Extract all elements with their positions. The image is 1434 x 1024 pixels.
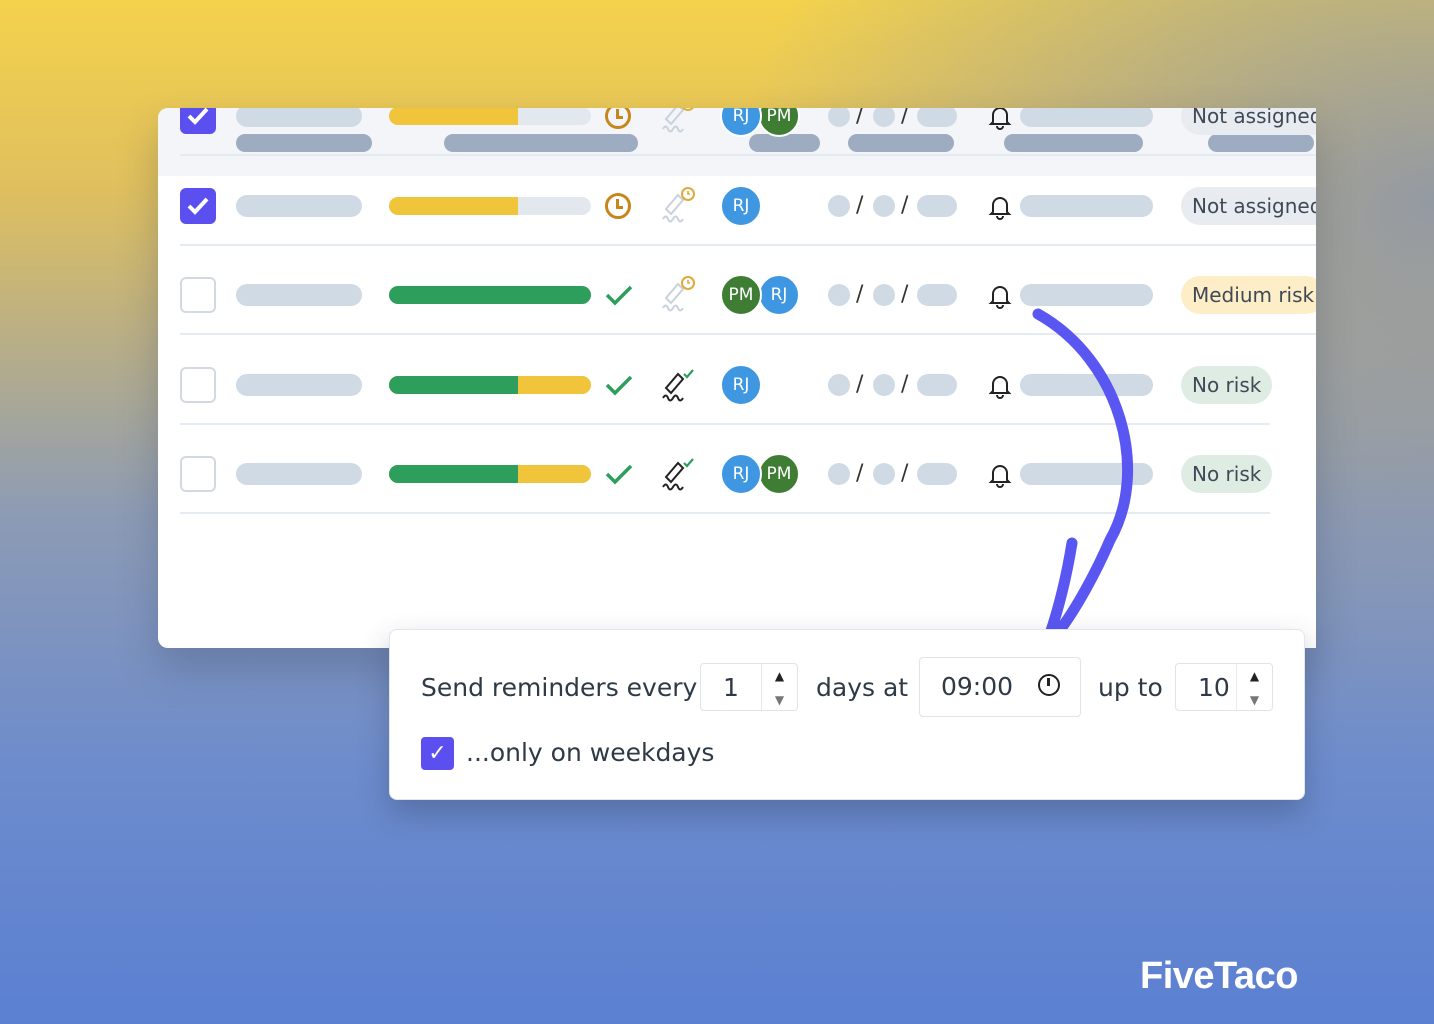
interval-value: 1: [723, 673, 739, 702]
decrement-icon[interactable]: ▼: [762, 688, 797, 712]
avatar-initials: PM: [766, 108, 792, 126]
max-spin-buttons[interactable]: ▲ ▼: [1236, 664, 1272, 710]
avatar: RJ: [720, 363, 762, 406]
avatar: RJ: [720, 453, 762, 495]
clock-icon[interactable]: [1038, 674, 1060, 696]
time-input[interactable]: 09:00: [919, 657, 1081, 717]
avatar-initials: RJ: [732, 108, 750, 126]
days-at-label: days at: [816, 673, 909, 702]
avatar-initials: PM: [766, 464, 792, 484]
increment-icon[interactable]: ▲: [1237, 664, 1272, 688]
avatar: RJ: [758, 274, 800, 316]
avatar: PM: [758, 453, 800, 495]
interval-spin-buttons[interactable]: ▲ ▼: [761, 664, 797, 710]
avatar-initials: RJ: [732, 464, 750, 484]
decrement-icon[interactable]: ▼: [1237, 688, 1272, 712]
weekdays-label: ...only on weekdays: [466, 738, 715, 767]
check-icon: ✓: [428, 741, 447, 766]
increment-icon[interactable]: ▲: [762, 664, 797, 688]
arrow-annotation: [1032, 308, 1134, 644]
avatar-initials: RJ: [732, 195, 750, 216]
interval-stepper[interactable]: 1 ▲ ▼: [700, 663, 798, 711]
time-value: 09:00: [941, 672, 1014, 701]
avatar: PM: [720, 274, 762, 316]
avatar-initials: RJ: [732, 374, 750, 395]
reminder-settings-popup: Send reminders every 1 ▲ ▼ days at 09:00 …: [389, 629, 1305, 800]
max-value: 10: [1198, 673, 1230, 702]
avatar-initials: PM: [728, 285, 754, 305]
avatar-initials: RJ: [770, 285, 788, 305]
up-to-label: up to: [1098, 673, 1163, 702]
weekdays-checkbox[interactable]: ✓: [421, 737, 454, 770]
brand-logo: FiveTaco: [1140, 955, 1298, 997]
send-reminders-label: Send reminders every: [421, 673, 698, 702]
avatar: RJ: [720, 184, 762, 227]
max-reminders-stepper[interactable]: 10 ▲ ▼: [1175, 663, 1273, 711]
